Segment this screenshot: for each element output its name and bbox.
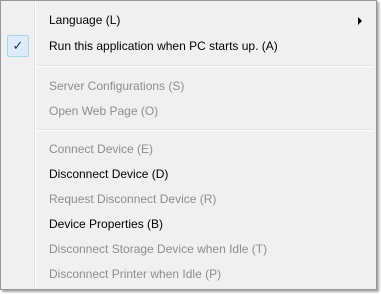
menu-item-label: Disconnect Storage Device when Idle (T) [49,242,268,256]
menu-item-label: Open Web Page (O) [49,104,159,118]
menu-item-server-configurations[interactable]: Server Configurations (S) [3,75,374,97]
menu-item-label: Server Configurations (S) [49,79,185,93]
context-menu: Language (L) ✓ Run this application when… [0,0,377,290]
menu-item-disconnect-device[interactable]: Disconnect Device (D) [3,163,374,185]
menu-item-label: Run this application when PC starts up. … [49,39,278,53]
menu-item-language[interactable]: Language (L) [3,9,374,31]
menu-separator [37,129,372,131]
menu-separator [37,65,372,67]
submenu-arrow-icon [358,17,362,25]
menu-item-disconnect-storage-when-idle[interactable]: Disconnect Storage Device when Idle (T) [3,238,374,260]
menu-item-device-properties[interactable]: Device Properties (B) [3,213,374,235]
menu-item-disconnect-printer-when-idle[interactable]: Disconnect Printer when Idle (P) [3,263,374,285]
menu-item-label: Connect Device (E) [49,142,154,156]
menu-item-label: Disconnect Device (D) [49,167,169,181]
menu-item-connect-device[interactable]: Connect Device (E) [3,138,374,160]
checkmark-icon: ✓ [7,35,29,57]
menu-item-label: Disconnect Printer when Idle (P) [49,267,222,281]
menu-item-label: Device Properties (B) [49,217,164,231]
menu-item-label: Request Disconnect Device (R) [49,192,217,206]
menu-item-open-web-page[interactable]: Open Web Page (O) [3,100,374,122]
menu-item-request-disconnect-device[interactable]: Request Disconnect Device (R) [3,188,374,210]
menu-item-label: Language (L) [49,13,121,27]
menu-item-run-at-startup[interactable]: ✓ Run this application when PC starts up… [3,35,374,57]
